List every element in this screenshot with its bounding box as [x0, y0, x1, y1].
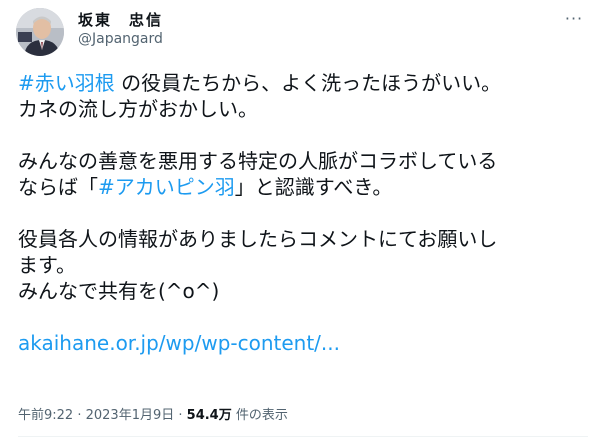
avatar-image [16, 8, 64, 56]
tweet-line: みんなの善意を悪用する特定の人脈がコラボしている [18, 149, 498, 173]
tweet-line: ならば「#アカいピン羽」と認識すべき。 [18, 174, 588, 200]
divider [18, 436, 588, 437]
external-link[interactable]: akaihane.or.jp/wp/wp-content/... [18, 331, 340, 355]
tweet-text: #赤い羽根 の役員たちから、よく洗ったほうがいい。 カネの流し方がおかしい。 み… [18, 70, 588, 356]
tweet-line: akaihane.or.jp/wp/wp-content/... [18, 330, 588, 356]
tweet-card: 坂東 忠信 @Japangard ··· #赤い羽根 の役員たちから、よく洗った… [0, 0, 604, 444]
avatar[interactable] [16, 8, 64, 56]
tweet-time[interactable]: 午前9:22 [18, 408, 73, 423]
hashtag-link[interactable]: #赤い羽根 [18, 71, 115, 95]
tweet-date[interactable]: 2023年1月9日 [86, 408, 175, 423]
tweet-line: #赤い羽根 の役員たちから、よく洗ったほうがいい。 [18, 70, 588, 96]
tweet-metadata: 午前9:22 · 2023年1月9日 · 54.4万 件の表示 [18, 408, 288, 423]
more-horizontal-icon: ··· [564, 8, 584, 28]
views-count: 54.4万 [186, 408, 232, 423]
tweet-line: カネの流し方がおかしい。 [18, 97, 258, 121]
tweet-line-text: の役員たちから、よく洗ったほうがいい。 [114, 71, 502, 95]
more-options-button[interactable]: ··· [560, 4, 588, 32]
tweet-line-text: 」と認識すべき。 [234, 175, 393, 199]
views-label: 件の表示 [231, 408, 288, 423]
tweet-line: みんなで共有を(^o^) [18, 279, 220, 303]
tweet-line: ます。 [18, 253, 76, 277]
tweet-line: 役員各人の情報がありましたらコメントにてお願いし [18, 227, 498, 251]
tweet-line-text: ならば「 [18, 175, 98, 199]
hashtag-link[interactable]: #アカいピン羽 [98, 175, 235, 199]
author-name[interactable]: 坂東 忠信 [78, 9, 163, 30]
author-handle[interactable]: @Japangard [78, 31, 163, 47]
